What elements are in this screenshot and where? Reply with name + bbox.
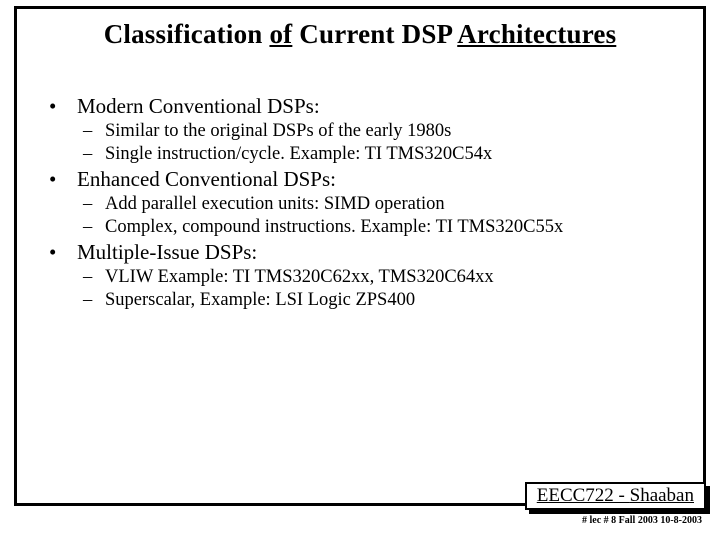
title-mid: Current DSP [292, 19, 457, 49]
sub-2a-text: Add parallel execution units: SIMD opera… [105, 194, 445, 215]
sub-3b-text: Superscalar, Example: LSI Logic ZPS400 [105, 290, 415, 311]
footer-name: Shaaban [630, 485, 694, 506]
bullet-1: • Modern Conventional DSPs: [47, 94, 703, 119]
sub-3a: – VLIW Example: TI TMS320C62xx, TMS320C6… [83, 267, 703, 288]
bullet-dot: • [47, 240, 77, 265]
slide-border: Classification of Current DSP Architectu… [14, 6, 706, 506]
bullet-3-text: Multiple-Issue DSPs: [77, 240, 257, 265]
footer-box: EECC722 - Shaaban [525, 482, 706, 510]
dash-icon: – [83, 144, 105, 165]
sub-1b: – Single instruction/cycle. Example: TI … [83, 144, 703, 165]
bullet-dot: • [47, 94, 77, 119]
sub-3a-text: VLIW Example: TI TMS320C62xx, TMS320C64x… [105, 267, 494, 288]
footer-course: EECC722 - [537, 485, 630, 506]
bullet-2-text: Enhanced Conventional DSPs: [77, 167, 336, 192]
sub-2b-text: Complex, compound instructions. Example:… [105, 217, 563, 238]
sub-2b: – Complex, compound instructions. Exampl… [83, 217, 703, 238]
sub-1b-text: Single instruction/cycle. Example: TI TM… [105, 144, 492, 165]
content: • Modern Conventional DSPs: – Similar to… [17, 94, 703, 311]
footer-inner: EECC722 - Shaaban [525, 482, 706, 510]
dash-icon: – [83, 290, 105, 311]
dash-icon: – [83, 267, 105, 288]
dash-icon: – [83, 121, 105, 142]
bullet-2: • Enhanced Conventional DSPs: [47, 167, 703, 192]
bullet-dot: • [47, 167, 77, 192]
slide-title: Classification of Current DSP Architectu… [17, 19, 703, 50]
dash-icon: – [83, 194, 105, 215]
subfooter: # lec # 8 Fall 2003 10-8-2003 [582, 515, 702, 526]
dash-icon: – [83, 217, 105, 238]
sub-3b: – Superscalar, Example: LSI Logic ZPS400 [83, 290, 703, 311]
bullet-3: • Multiple-Issue DSPs: [47, 240, 703, 265]
title-u2: Architectures [457, 19, 616, 49]
title-pre: Classification [104, 19, 270, 49]
sub-2a: – Add parallel execution units: SIMD ope… [83, 194, 703, 215]
sub-1a: – Similar to the original DSPs of the ea… [83, 121, 703, 142]
sub-1a-text: Similar to the original DSPs of the earl… [105, 121, 451, 142]
title-u1: of [269, 19, 292, 49]
bullet-1-text: Modern Conventional DSPs: [77, 94, 320, 119]
